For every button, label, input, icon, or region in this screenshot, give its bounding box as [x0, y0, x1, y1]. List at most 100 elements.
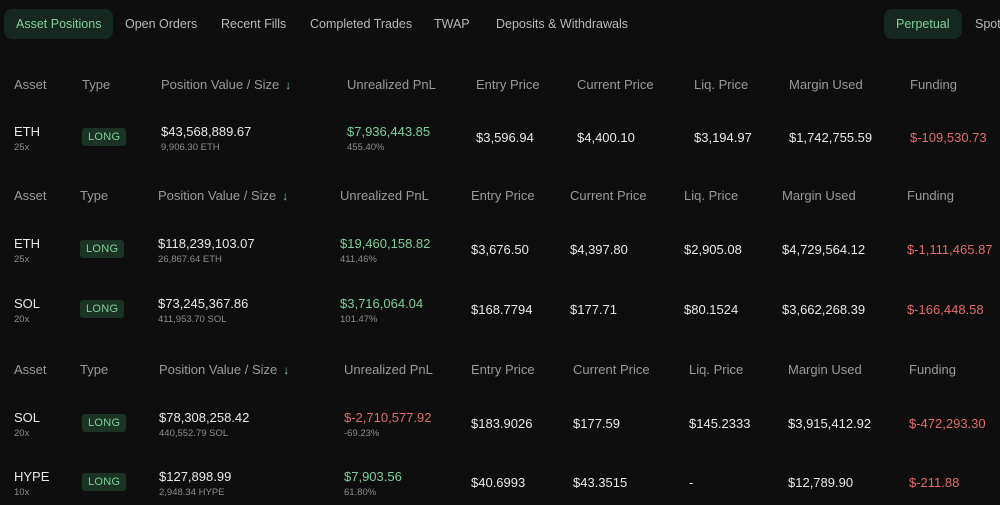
column-header-liq-price[interactable]: Liq. Price [689, 362, 743, 377]
sort-desc-icon[interactable]: ↓ [283, 363, 289, 377]
margin-used: $4,729,564.12 [782, 242, 866, 257]
column-header-position-value[interactable]: Position Value / Size ↓ [158, 188, 288, 203]
table-header: Asset Type Position Value / Size ↓ Unreal… [0, 362, 1000, 384]
column-header-current-price[interactable]: Current Price [570, 188, 647, 203]
position-size: 2,948.34 HYPE [159, 487, 225, 498]
column-header-funding[interactable]: Funding [907, 188, 954, 203]
asset-leverage: 20x [14, 314, 30, 325]
position-value: $73,245,367.86 [158, 296, 249, 311]
table-header: Asset Type Position Value / Size ↓ Unreal… [0, 188, 1000, 210]
current-price: $177.71 [570, 302, 617, 317]
position-type-badge: LONG [80, 300, 125, 318]
funding: $-472,293.30 [909, 416, 986, 431]
tab-twap[interactable]: TWAP [434, 9, 470, 39]
table-header: Asset Type Position Value / Size ↓ Unreal… [0, 77, 1000, 99]
column-header-asset[interactable]: Asset [14, 362, 47, 377]
current-price: $4,400.10 [577, 130, 635, 145]
perpetual-toggle[interactable]: Perpetual [884, 9, 962, 39]
unrealized-pnl-percent: 411.46% [340, 254, 377, 265]
funding: $-166,448.58 [907, 302, 984, 317]
unrealized-pnl: $7,903.56 [344, 469, 402, 484]
column-header-unrealized-pnl[interactable]: Unrealized PnL [340, 188, 429, 203]
column-header-position-value[interactable]: Position Value / Size ↓ [159, 362, 289, 377]
entry-price: $40.6993 [471, 475, 526, 490]
column-header-type[interactable]: Type [80, 188, 108, 203]
tab-completed-trades[interactable]: Completed Trades [310, 9, 412, 39]
column-header-position-value-label: Position Value / Size [159, 362, 278, 377]
margin-used: $12,789.90 [788, 475, 854, 490]
current-price: $4,397.80 [570, 242, 628, 257]
funding: $-109,530.73 [910, 130, 987, 145]
column-header-funding[interactable]: Funding [909, 362, 956, 377]
position-size: 9,906.30 ETH [161, 142, 220, 153]
margin-used: $3,662,268.39 [782, 302, 866, 317]
table-row[interactable]: ETH 25x LONG $43,568,889.67 9,906.30 ETH… [0, 120, 1000, 160]
column-header-entry-price[interactable]: Entry Price [471, 188, 535, 203]
column-header-unrealized-pnl[interactable]: Unrealized PnL [344, 362, 433, 377]
current-price: $177.59 [573, 416, 620, 431]
asset-name[interactable]: ETH [14, 236, 40, 251]
column-header-position-value-label: Position Value / Size [158, 188, 277, 203]
unrealized-pnl-percent: 455.40% [347, 142, 385, 153]
column-header-funding[interactable]: Funding [910, 77, 957, 92]
asset-leverage: 10x [14, 487, 30, 498]
position-value: $127,898.99 [159, 469, 232, 484]
funding: $-1,111,465.87 [907, 242, 993, 257]
unrealized-pnl: $3,716,064.04 [340, 296, 424, 311]
tab-open-orders[interactable]: Open Orders [125, 9, 197, 39]
column-header-position-value[interactable]: Position Value / Size ↓ [161, 77, 291, 92]
position-type-badge: LONG [82, 128, 127, 146]
margin-used: $1,742,755.59 [789, 130, 873, 145]
position-type-badge: LONG [80, 240, 125, 258]
asset-name[interactable]: HYPE [14, 469, 49, 484]
unrealized-pnl: $7,936,443.85 [347, 124, 431, 139]
asset-name[interactable]: SOL [14, 410, 40, 425]
entry-price: $3,676.50 [471, 242, 529, 257]
positions-tab-bar: Asset Positions Open Orders Recent Fills… [0, 0, 1000, 50]
table-row[interactable]: HYPE 10x LONG $127,898.99 2,948.34 HYPE … [0, 465, 1000, 505]
asset-leverage: 25x [14, 142, 30, 153]
column-header-liq-price[interactable]: Liq. Price [684, 188, 738, 203]
liquidation-price: $80.1524 [684, 302, 739, 317]
liquidation-price: $2,905.08 [684, 242, 742, 257]
column-header-unrealized-pnl[interactable]: Unrealized PnL [347, 77, 436, 92]
liquidation-price: - [689, 475, 694, 490]
column-header-margin-used[interactable]: Margin Used [788, 362, 862, 377]
column-header-entry-price[interactable]: Entry Price [476, 77, 540, 92]
sort-desc-icon[interactable]: ↓ [285, 78, 291, 92]
margin-used: $3,915,412.92 [788, 416, 872, 431]
spot-toggle[interactable]: Spot [975, 9, 1000, 39]
tab-recent-fills[interactable]: Recent Fills [221, 9, 286, 39]
liquidation-price: $145.2333 [689, 416, 751, 431]
table-row[interactable]: SOL 20x LONG $73,245,367.86 411,953.70 S… [0, 292, 1000, 332]
unrealized-pnl-percent: 61.80% [344, 487, 377, 498]
liquidation-price: $3,194.97 [694, 130, 752, 145]
column-header-type[interactable]: Type [80, 362, 108, 377]
column-header-margin-used[interactable]: Margin Used [789, 77, 863, 92]
table-row[interactable]: SOL 20x LONG $78,308,258.42 440,552.79 S… [0, 406, 1000, 446]
column-header-entry-price[interactable]: Entry Price [471, 362, 535, 377]
position-size: 440,552.79 SOL [159, 428, 229, 439]
column-header-current-price[interactable]: Current Price [577, 77, 654, 92]
current-price: $43.3515 [573, 475, 628, 490]
position-size: 26,867.64 ETH [158, 254, 222, 265]
sort-desc-icon[interactable]: ↓ [282, 189, 288, 203]
tab-asset-positions[interactable]: Asset Positions [4, 9, 114, 39]
column-header-current-price[interactable]: Current Price [573, 362, 650, 377]
column-header-asset[interactable]: Asset [14, 77, 47, 92]
unrealized-pnl: $19,460,158.82 [340, 236, 431, 251]
table-row[interactable]: ETH 25x LONG $118,239,103.07 26,867.64 E… [0, 232, 1000, 272]
unrealized-pnl-percent: -69.23% [344, 428, 380, 439]
asset-name[interactable]: SOL [14, 296, 40, 311]
position-value: $43,568,889.67 [161, 124, 252, 139]
position-type-badge: LONG [82, 414, 127, 432]
entry-price: $3,596.94 [476, 130, 534, 145]
column-header-type[interactable]: Type [82, 77, 110, 92]
asset-name[interactable]: ETH [14, 124, 40, 139]
column-header-asset[interactable]: Asset [14, 188, 47, 203]
position-value: $118,239,103.07 [158, 236, 255, 251]
asset-leverage: 20x [14, 428, 30, 439]
tab-deposits-withdrawals[interactable]: Deposits & Withdrawals [496, 9, 628, 39]
column-header-margin-used[interactable]: Margin Used [782, 188, 856, 203]
column-header-liq-price[interactable]: Liq. Price [694, 77, 748, 92]
